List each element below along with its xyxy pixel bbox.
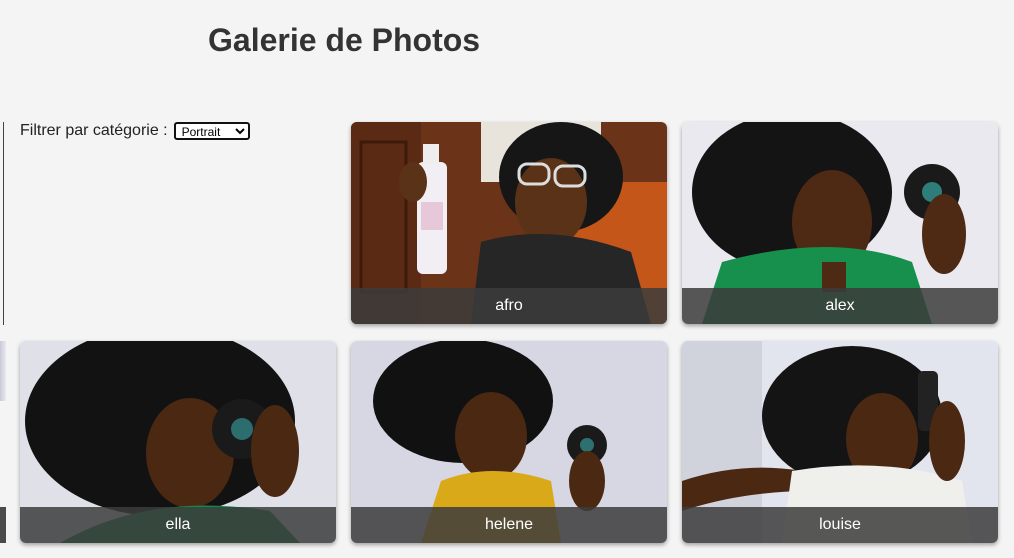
photo-caption: helene bbox=[351, 507, 667, 543]
photo-card-afro[interactable]: afro bbox=[351, 122, 667, 324]
category-filter: Filtrer par catégorie : Portrait bbox=[20, 122, 250, 140]
sidebar-edge bbox=[0, 122, 4, 325]
filter-label: Filtrer par catégorie : bbox=[20, 122, 168, 139]
photo-caption: ella bbox=[20, 507, 336, 543]
photo-caption: alex bbox=[682, 288, 998, 324]
photo-caption: afro bbox=[351, 288, 667, 324]
photo-card-helene[interactable]: helene bbox=[351, 341, 667, 543]
page-title: Galerie de Photos bbox=[208, 22, 481, 58]
photo-caption: louise bbox=[682, 507, 998, 543]
photo-card-louise[interactable]: louise bbox=[682, 341, 998, 543]
offscreen-card-edge bbox=[0, 341, 6, 401]
category-select[interactable]: Portrait bbox=[173, 122, 250, 140]
offscreen-card-caption-edge bbox=[0, 507, 6, 543]
photo-card-alex[interactable]: alex bbox=[682, 122, 998, 324]
photo-card-ella[interactable]: ella bbox=[20, 341, 336, 543]
